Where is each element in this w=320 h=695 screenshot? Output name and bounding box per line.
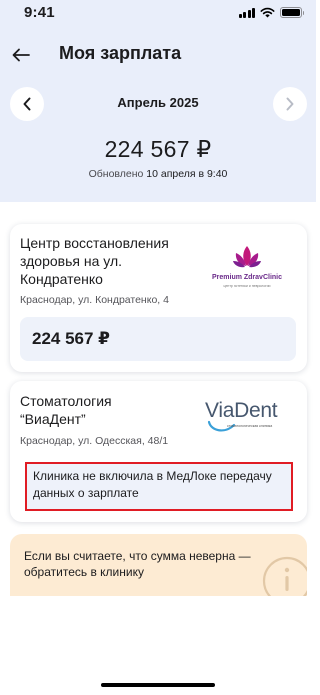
home-indicator xyxy=(101,683,215,687)
clinic-logo: ViaDent стоматологическая клиника xyxy=(205,399,287,435)
info-text: Если вы считаете, что сумма неверна — об… xyxy=(24,549,251,579)
clinic-salary-amount: 224 567 ₽ xyxy=(32,329,111,348)
clinic-card[interactable]: Центр восстановления здоровья на ул. Кон… xyxy=(10,224,307,372)
clinic-name: Центр восстановления здоровья на ул. Кон… xyxy=(20,235,169,287)
clinic-logo: Premium ZdravClinic центр эстетики и нев… xyxy=(206,244,288,294)
page-title: Моя зарплата xyxy=(59,43,182,63)
clinic-address: Краснодар, ул. Одесская, 48/1 xyxy=(20,435,169,447)
clinic-logo-subtext: стоматологическая клиника xyxy=(227,424,273,428)
battery-icon xyxy=(280,7,304,18)
clinic-name: Стоматология “ВиаДент” xyxy=(20,393,112,427)
status-icons xyxy=(238,7,304,18)
updated-date: 10 апреля в 9:40 xyxy=(146,168,228,180)
no-data-notice: Клиника не включила в МедЛоке передачу д… xyxy=(25,462,293,511)
status-time: 9:41 xyxy=(24,4,55,21)
next-month-button[interactable] xyxy=(273,87,307,121)
updated-timestamp: Обновлено 10 апреля в 9:40 xyxy=(0,168,316,180)
clinic-card[interactable]: Стоматология “ВиаДент” ViaDent стоматоло… xyxy=(10,381,307,522)
clinic-logo-text: Premium ZdravClinic xyxy=(211,274,283,281)
back-button[interactable] xyxy=(10,44,32,66)
info-icon xyxy=(262,556,307,596)
wifi-icon xyxy=(260,7,275,18)
status-bar: 9:41 xyxy=(0,0,316,26)
updated-prefix: Обновлено xyxy=(88,168,144,180)
clinic-salary-box: 224 567 ₽ xyxy=(20,317,296,361)
total-salary: 224 567 ₽ xyxy=(104,136,212,162)
header-panel: 9:41 Моя зарплата Апрель 2025 224 567 ₽ … xyxy=(0,0,316,202)
cellular-signal-icon xyxy=(238,7,255,18)
info-banner: Если вы считаете, что сумма неверна — об… xyxy=(10,534,307,596)
clinic-address: Краснодар, ул. Кондратенко, 4 xyxy=(20,294,169,306)
chevron-right-icon xyxy=(286,97,294,111)
clinic-logo-subtext: центр эстетики и неврологии xyxy=(223,284,271,288)
lotus-icon xyxy=(233,246,261,268)
month-label: Апрель 2025 xyxy=(117,95,199,110)
arrow-left-icon xyxy=(12,48,30,62)
